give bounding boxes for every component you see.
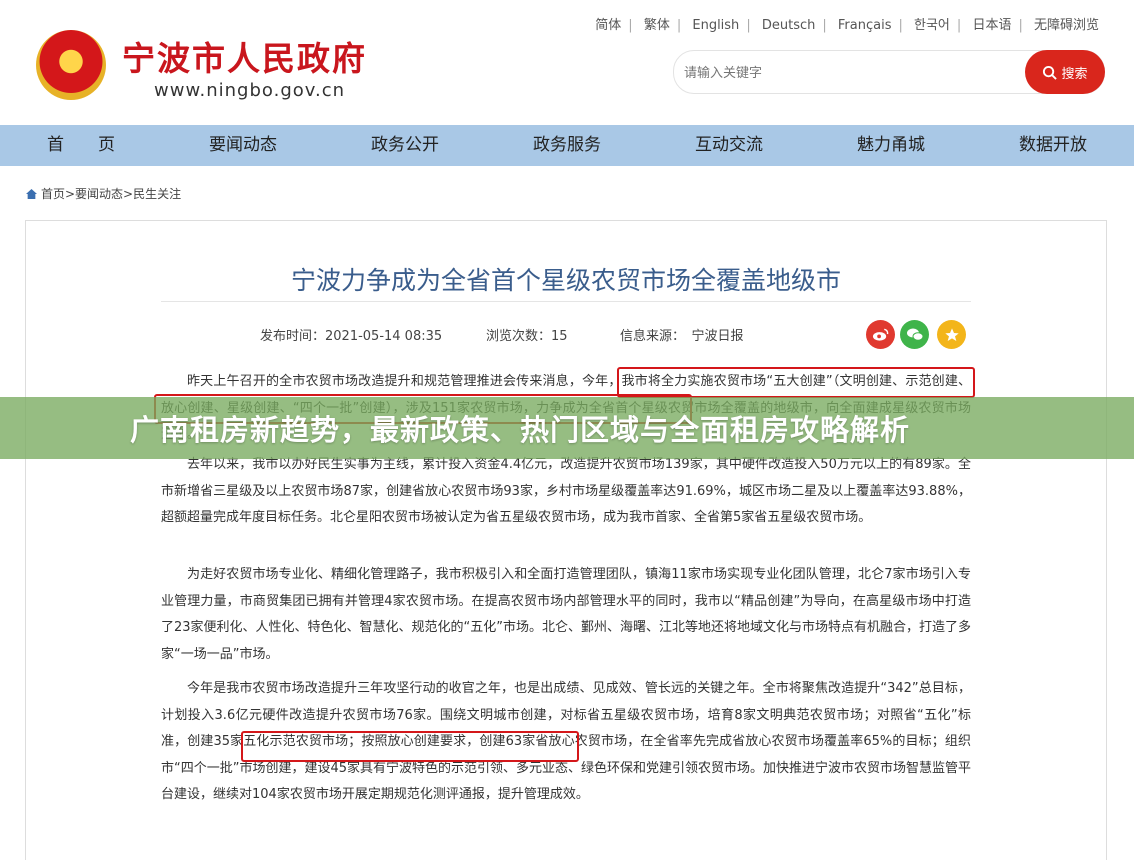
favorite-star-icon[interactable]: [937, 320, 966, 349]
article-paragraph-3: 为走好农贸市场专业化、精细化管理路子，我市积极引入和全面打造管理团队，镇海11家…: [161, 567, 972, 662]
nav-government-affairs[interactable]: 政务公开: [324, 125, 486, 166]
lang-french[interactable]: Français: [831, 18, 899, 33]
language-bar: 简体 | 繁体 | English | Deutsch | Français | 한국어 |…: [588, 14, 1106, 33]
site-title[interactable]: 宁波市人民政府: [122, 32, 367, 80]
breadcrumb-text[interactable]: 首页>要闻动态>民生关注: [41, 187, 181, 201]
lang-japanese[interactable]: 日本语: [965, 18, 1018, 33]
nav-home[interactable]: 首 页: [0, 125, 162, 166]
search-icon: [1043, 65, 1058, 80]
national-emblem-icon[interactable]: [36, 30, 106, 100]
overlay-banner-text: 广南租房新趋势，最新政策、热门区域与全面租房攻略解析: [130, 413, 911, 447]
publish-time: 发布时间：2021-05-14 08:35: [260, 329, 443, 344]
lang-korean[interactable]: 한국어: [907, 18, 957, 33]
search-button[interactable]: 搜索: [1025, 50, 1105, 94]
home-icon: [26, 189, 37, 199]
accessibility-link[interactable]: 无障碍浏览: [1027, 18, 1106, 33]
nav-open-data[interactable]: 数据开放: [972, 125, 1134, 166]
view-count: 浏览次数：15: [486, 329, 568, 344]
article-title: 宁波力争成为全省首个星级农贸市场全覆盖地级市: [290, 266, 841, 295]
lang-simplified[interactable]: 简体: [588, 18, 628, 33]
nav-news[interactable]: 要闻动态: [162, 125, 324, 166]
title-divider: [161, 301, 971, 302]
article-paragraph-2: 去年以来，我市以办好民生实事为主线，累计投入资金4.4亿元，改造提升农贸市场13…: [161, 457, 971, 525]
article-panel: 宁波力争成为全省首个星级农贸市场全覆盖地级市 发布时间：2021-05-14 0…: [25, 220, 1107, 860]
search-button-label: 搜索: [1061, 66, 1088, 82]
breadcrumb: 首页>要闻动态>民生关注: [26, 185, 181, 202]
lang-german[interactable]: Deutsch: [755, 18, 823, 33]
lang-english[interactable]: English: [685, 18, 746, 33]
wechat-icon[interactable]: [900, 320, 929, 349]
nav-city-charm[interactable]: 魅力甬城: [810, 125, 972, 166]
lang-traditional[interactable]: 繁体: [637, 18, 677, 33]
star-glyph: [944, 327, 959, 341]
highlight-box-35-markets: [241, 731, 579, 762]
nav-interaction[interactable]: 互动交流: [648, 125, 810, 166]
main-nav: 首 页 要闻动态 政务公开 政务服务 互动交流 魅力甬城 数据开放: [0, 125, 1134, 166]
site-url: www.ningbo.gov.cn: [154, 80, 346, 101]
nav-services[interactable]: 政务服务: [486, 125, 648, 166]
weibo-icon[interactable]: [866, 320, 895, 349]
search-input[interactable]: [682, 60, 1016, 86]
wechat-glyph: [906, 328, 923, 341]
info-source: 信息来源： 宁波日报: [620, 329, 744, 344]
search-box: 搜索: [673, 50, 1105, 94]
weibo-glyph: [872, 328, 889, 341]
overlay-banner: 广南租房新趋势，最新政策、热门区域与全面租房攻略解析: [0, 397, 1134, 459]
